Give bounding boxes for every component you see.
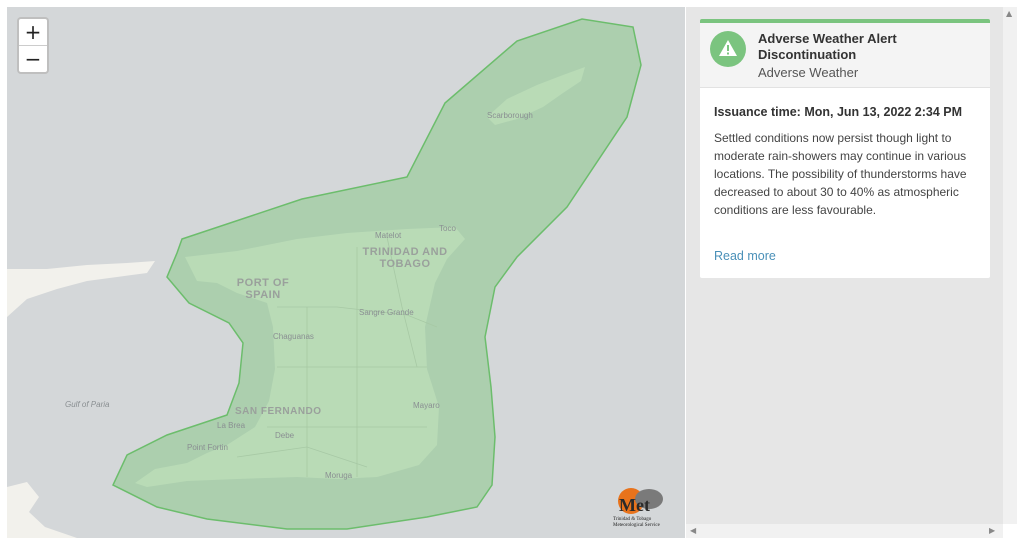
land-paria xyxy=(7,261,155,317)
tt-met-service-logo: Met Trinidad & Tobago Meteorological Ser… xyxy=(611,483,677,535)
warning-icon xyxy=(710,31,746,67)
zoom-control: + − xyxy=(17,17,49,74)
logo-text: Met xyxy=(619,495,650,515)
alerts-panel: Adverse Weather Alert Discontinuation Ad… xyxy=(686,7,1003,538)
alert-title: Adverse Weather Alert Discontinuation xyxy=(758,31,897,62)
scroll-left-arrow-icon[interactable]: ◀ xyxy=(690,526,696,535)
label-la-brea: La Brea xyxy=(217,421,246,430)
map-tiles xyxy=(7,18,642,538)
zoom-in-button[interactable]: + xyxy=(19,19,47,45)
label-mayaro: Mayaro xyxy=(413,401,440,410)
label-toco: Toco xyxy=(439,224,456,233)
label-san-fernando: SAN FERNANDO xyxy=(235,406,322,417)
label-point-fortin: Point Fortin xyxy=(187,443,228,452)
vertical-scrollbar[interactable]: ▲ xyxy=(1003,7,1017,524)
alert-card[interactable]: Adverse Weather Alert Discontinuation Ad… xyxy=(700,19,990,278)
alert-category: Adverse Weather xyxy=(758,65,859,80)
alert-area-polygon xyxy=(112,18,642,530)
label-matelot: Matelot xyxy=(375,231,402,240)
label-chaguanas: Chaguanas xyxy=(273,332,314,341)
label-port-of-spain: PORT OF SPAIN xyxy=(236,277,290,301)
land-venezuela xyxy=(7,482,77,538)
zoom-out-button[interactable]: − xyxy=(19,45,47,72)
label-gulf-of-paria: Gulf of Paria xyxy=(65,400,110,409)
alert-card-header: Adverse Weather Alert Discontinuation Ad… xyxy=(700,23,990,88)
read-more-link[interactable]: Read more xyxy=(714,249,776,263)
horizontal-scrollbar[interactable]: ◀ ▶ xyxy=(686,524,1003,538)
label-scarborough: Scarborough xyxy=(487,111,533,120)
label-sangre-grande: Sangre Grande xyxy=(359,308,414,317)
issuance-time: Issuance time: Mon, Jun 13, 2022 2:34 PM xyxy=(714,105,963,119)
map[interactable]: Scarborough Matelot Toco TRINIDAD AND TO… xyxy=(7,7,685,538)
label-moruga: Moruga xyxy=(325,471,353,480)
scroll-up-arrow-icon[interactable]: ▲ xyxy=(1006,9,1012,18)
label-debe: Debe xyxy=(275,431,295,440)
alert-description: Settled conditions now persist though li… xyxy=(714,131,967,217)
scroll-right-arrow-icon[interactable]: ▶ xyxy=(989,526,995,535)
label-country: TRINIDAD AND TOBAGO xyxy=(362,246,448,270)
